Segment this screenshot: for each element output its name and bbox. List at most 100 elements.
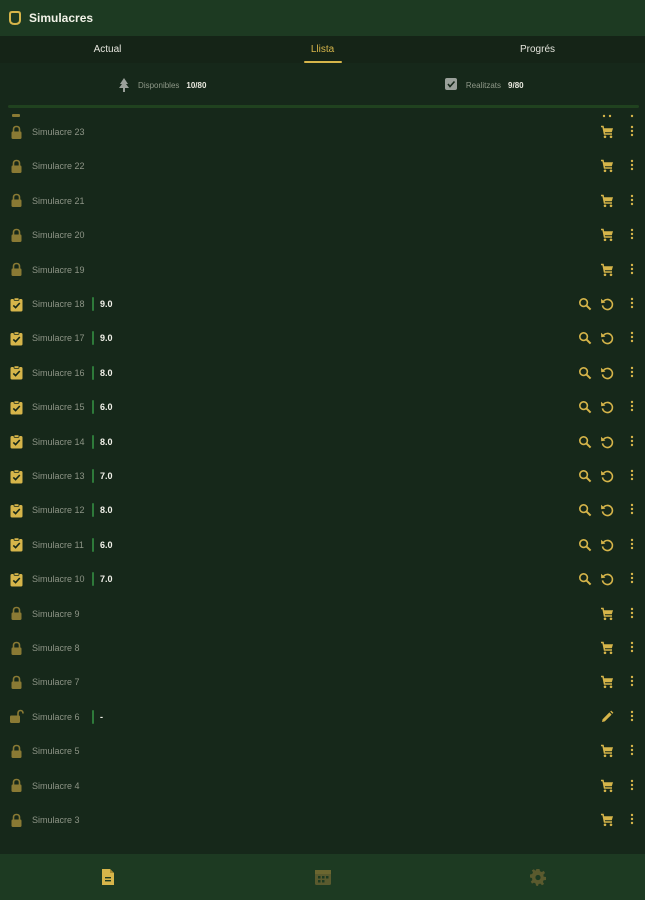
- lock-icon: [9, 262, 24, 277]
- list-item[interactable]: Simulacre 19: [0, 256, 645, 284]
- nav-calendar[interactable]: [215, 854, 430, 900]
- tab-llista[interactable]: Llista: [215, 36, 430, 63]
- cart-icon[interactable]: [600, 194, 614, 208]
- tab-actual[interactable]: Actual: [0, 36, 215, 63]
- item-name: Simulacre 8: [32, 643, 80, 653]
- more-icon[interactable]: [626, 228, 638, 242]
- list-item[interactable]: Simulacre 7: [0, 668, 645, 696]
- tab-progres[interactable]: Progrés: [430, 36, 645, 63]
- lock-icon: [9, 125, 24, 140]
- more-icon[interactable]: [626, 503, 638, 517]
- list-item[interactable]: Simulacre 20: [0, 221, 645, 249]
- retry-icon[interactable]: [600, 503, 614, 517]
- score-separator: [92, 572, 94, 587]
- item-score: 6.0: [100, 402, 113, 413]
- cart-icon[interactable]: [600, 779, 614, 793]
- list-item[interactable]: Simulacre 15 6.0: [0, 393, 645, 421]
- list-item[interactable]: Simulacre 22: [0, 152, 645, 180]
- cart-icon[interactable]: [600, 125, 614, 139]
- list-item[interactable]: Simulacre 9: [0, 600, 645, 628]
- more-icon[interactable]: [626, 297, 638, 311]
- list-item[interactable]: Simulacre 18 9.0: [0, 290, 645, 318]
- score-separator: [92, 537, 94, 552]
- more-icon[interactable]: [626, 779, 638, 793]
- item-score: -: [100, 711, 103, 722]
- list-item[interactable]: Simulacre 8: [0, 634, 645, 662]
- clipboard-check-icon: [9, 296, 24, 312]
- retry-icon[interactable]: [600, 435, 614, 449]
- more-icon[interactable]: [626, 331, 638, 345]
- more-icon[interactable]: [626, 469, 638, 483]
- cart-icon[interactable]: [600, 641, 614, 655]
- search-icon[interactable]: [578, 572, 592, 586]
- search-icon[interactable]: [578, 538, 592, 552]
- cart-icon[interactable]: [600, 813, 614, 827]
- edit-icon[interactable]: [600, 710, 614, 724]
- simulacre-list[interactable]: Simulacre 23 Simulacre 22 Simulacre 21 Simu…: [0, 108, 645, 854]
- nav-documents[interactable]: [0, 854, 215, 900]
- retry-icon[interactable]: [600, 366, 614, 380]
- more-icon[interactable]: [626, 607, 638, 621]
- retry-icon[interactable]: [600, 469, 614, 483]
- more-icon[interactable]: [626, 263, 638, 277]
- more-icon[interactable]: [626, 159, 638, 173]
- more-icon[interactable]: [626, 366, 638, 380]
- retry-icon[interactable]: [600, 400, 614, 414]
- retry-icon[interactable]: [600, 572, 614, 586]
- score-separator: [92, 469, 94, 483]
- search-icon[interactable]: [578, 469, 592, 483]
- lock-icon: [9, 193, 24, 208]
- cart-icon[interactable]: [600, 228, 614, 242]
- more-icon[interactable]: [626, 125, 638, 139]
- list-item[interactable]: Simulacre 13 7.0: [0, 462, 645, 490]
- lock-icon: [9, 641, 24, 656]
- search-icon[interactable]: [578, 435, 592, 449]
- more-icon[interactable]: [626, 813, 638, 827]
- search-icon[interactable]: [578, 503, 592, 517]
- cart-icon[interactable]: [600, 607, 614, 621]
- score-separator: [92, 365, 94, 380]
- cart-icon[interactable]: [600, 263, 614, 277]
- stats-bar: Disponibles 10/80 Realitzats 9/80: [0, 63, 645, 107]
- retry-icon[interactable]: [600, 297, 614, 311]
- item-name: Simulacre 10: [32, 574, 85, 585]
- search-icon[interactable]: [578, 400, 592, 414]
- cart-icon[interactable]: [600, 744, 614, 758]
- more-icon[interactable]: [626, 572, 638, 586]
- nav-settings[interactable]: [430, 854, 645, 900]
- more-icon[interactable]: [626, 641, 638, 655]
- item-name: Simulacre 16: [32, 367, 85, 378]
- more-icon[interactable]: [626, 194, 638, 208]
- list-item[interactable]: Simulacre 12 8.0: [0, 496, 645, 524]
- cart-icon[interactable]: [600, 159, 614, 173]
- item-name: Simulacre 4: [32, 780, 80, 791]
- search-icon[interactable]: [578, 331, 592, 345]
- list-item[interactable]: Simulacre 10 7.0: [0, 565, 645, 593]
- list-item[interactable]: Simulacre 6 -: [0, 703, 645, 731]
- more-icon[interactable]: [626, 675, 638, 689]
- more-icon[interactable]: [626, 435, 638, 449]
- search-icon[interactable]: [578, 297, 592, 311]
- score-separator: [92, 434, 94, 449]
- list-item[interactable]: Simulacre 4: [0, 772, 645, 800]
- more-icon[interactable]: [626, 400, 638, 414]
- more-icon[interactable]: [626, 538, 638, 552]
- list-item[interactable]: Simulacre 16 8.0: [0, 359, 645, 387]
- list-item[interactable]: Simulacre 3: [0, 806, 645, 834]
- item-score: 7.0: [100, 471, 113, 481]
- lock-icon: [9, 159, 24, 174]
- item-name: Simulacre 9: [32, 608, 80, 619]
- more-icon[interactable]: [626, 710, 638, 724]
- stat-done-value: 9/80: [508, 80, 524, 90]
- list-item[interactable]: Simulacre 17 9.0: [0, 324, 645, 352]
- list-item[interactable]: Simulacre 21: [0, 187, 645, 215]
- search-icon[interactable]: [578, 366, 592, 380]
- retry-icon[interactable]: [600, 331, 614, 345]
- list-item[interactable]: Simulacre 11 6.0: [0, 531, 645, 559]
- list-item[interactable]: Simulacre 23: [0, 118, 645, 146]
- cart-icon[interactable]: [600, 675, 614, 689]
- retry-icon[interactable]: [600, 538, 614, 552]
- list-item[interactable]: Simulacre 5: [0, 737, 645, 765]
- more-icon[interactable]: [626, 744, 638, 758]
- list-item[interactable]: Simulacre 14 8.0: [0, 428, 645, 456]
